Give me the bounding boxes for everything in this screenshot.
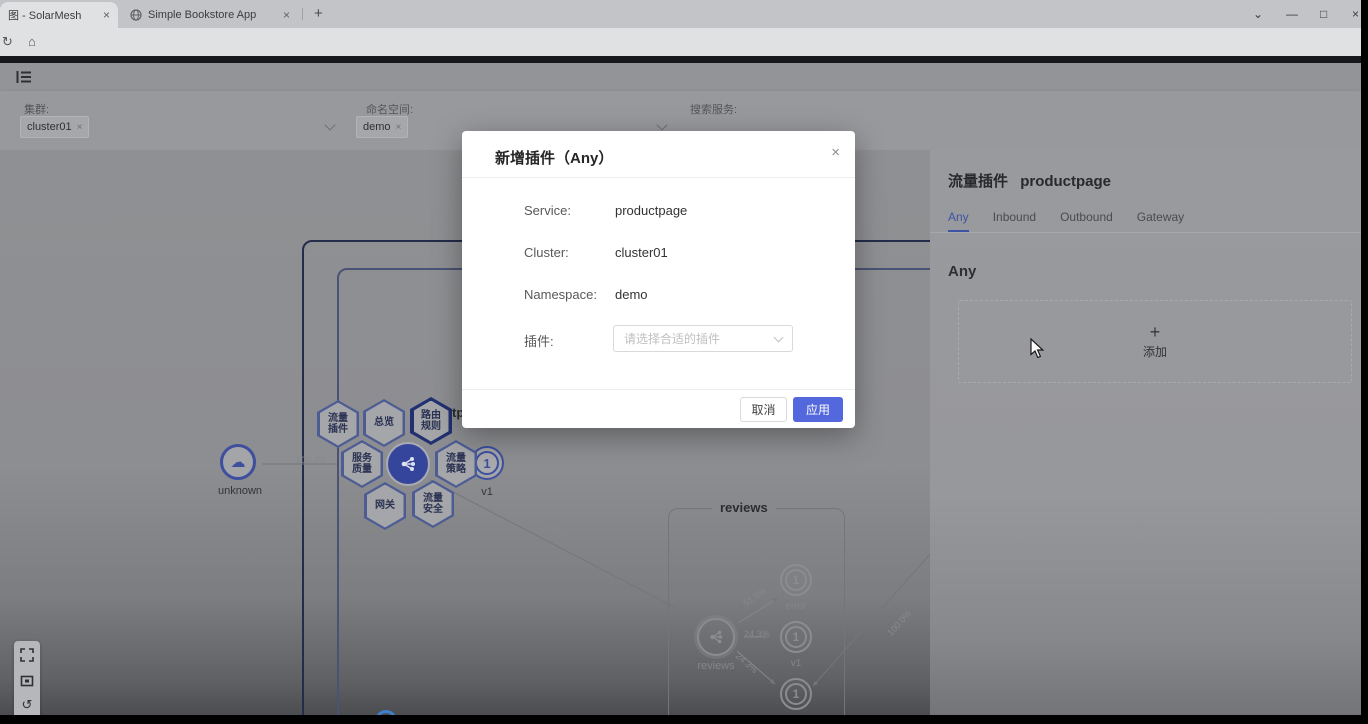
cluster-filter-tag[interactable]: cluster01 × — [20, 116, 89, 138]
workload-badge: 1 — [475, 451, 499, 475]
namespace-tag-value: demo — [363, 121, 391, 133]
window-close-icon[interactable]: × — [1352, 7, 1359, 21]
dialog-divider — [462, 177, 855, 178]
panel-divider — [930, 232, 1361, 233]
letterbox-right — [1361, 0, 1368, 724]
namespace-filter-tag[interactable]: demo × — [356, 116, 408, 138]
panel-title: 流量插件 productpage — [948, 170, 1111, 191]
plugin-select[interactable]: 请选择合适的插件 — [613, 325, 793, 352]
panel-title-text: 流量插件 — [948, 173, 1008, 190]
browser-tab-strip: 图 - SolarMesh × Simple Bookstore App × +… — [0, 0, 1361, 28]
home-icon[interactable]: ⌂ — [28, 34, 36, 49]
reviews-service-node[interactable] — [697, 618, 735, 656]
plugin-select-placeholder: 请选择合适的插件 — [624, 330, 775, 347]
field-label-service: Service: — [524, 203, 571, 218]
hex-label: 网关 — [372, 500, 398, 512]
dialog-close-icon[interactable]: × — [831, 144, 840, 161]
reset-view-icon[interactable]: ↺ — [14, 697, 40, 713]
node-label-reviews-v1: v1 — [780, 658, 812, 669]
node-label-error: error — [780, 601, 812, 612]
reviews-v1-node[interactable]: 1 — [780, 621, 812, 653]
cluster-tag-value: cluster01 — [27, 121, 72, 133]
hex-label: 路由规则 — [418, 410, 444, 433]
traffic-plugin-panel: 流量插件 productpage Any Inbound Outbound Ga… — [930, 150, 1361, 724]
new-tab-button[interactable]: + — [314, 5, 323, 22]
tag-remove-icon[interactable]: × — [396, 122, 402, 133]
cluster-select-chevron-icon[interactable] — [324, 119, 335, 130]
app-header-bar: ⚙ — [0, 63, 1361, 91]
app-top-strip — [0, 56, 1361, 63]
workload-badge: 1 — [785, 683, 807, 705]
panel-tabs: Any Inbound Outbound Gateway — [948, 210, 1184, 232]
node-label-v1: v1 — [475, 486, 499, 498]
letterbox-bottom — [0, 715, 1368, 724]
panel-service-name: productpage — [1020, 173, 1111, 190]
apply-button[interactable]: 应用 — [793, 397, 843, 422]
plus-icon: + — [1150, 323, 1161, 341]
namespace-select-chevron-icon[interactable] — [656, 119, 667, 130]
globe-favicon-icon — [130, 9, 142, 21]
productpage-service-node[interactable] — [388, 444, 428, 484]
add-plugin-button[interactable]: + 添加 — [958, 300, 1352, 383]
share-nodes-icon — [707, 628, 725, 646]
browser-tab-bookstore[interactable]: Simple Bookstore App × — [122, 2, 298, 28]
search-filter-label: 搜索服务: — [690, 101, 737, 117]
tab-outbound[interactable]: Outbound — [1060, 210, 1113, 232]
hex-label: 流量插件 — [325, 413, 351, 436]
tab-title: 图 - SolarMesh — [8, 7, 81, 23]
add-plugin-dialog: 新增插件（Any） × Service: productpage Cluster… — [462, 131, 855, 428]
tab-title: Simple Bookstore App — [148, 9, 256, 21]
field-label-cluster: Cluster: — [524, 245, 569, 260]
tab-any[interactable]: Any — [948, 210, 969, 232]
hex-label: 流量安全 — [420, 493, 446, 516]
cloud-icon: ☁ — [231, 453, 246, 471]
tab-close-icon[interactable]: × — [103, 8, 110, 22]
minimize-icon[interactable]: — — [1286, 7, 1298, 21]
tab-separator — [302, 8, 303, 20]
browser-address-bar: ↻ ⌂ ⚠ 不安全 | demo.solarmesh.cn /solar/con… — [0, 28, 1361, 56]
field-value-service: productpage — [615, 203, 687, 218]
section-heading-any: Any — [948, 263, 976, 280]
field-label-plugin: 插件: — [524, 331, 554, 350]
field-value-namespace: demo — [615, 287, 648, 302]
field-value-cluster: cluster01 — [615, 245, 668, 260]
dialog-title: 新增插件（Any） — [495, 147, 613, 168]
reviews-error-node[interactable]: 1 — [780, 564, 812, 596]
select-chevron-icon — [774, 332, 784, 342]
tab-close-icon[interactable]: × — [283, 8, 290, 22]
tabs-menu-icon[interactable]: ⌄ — [1253, 7, 1263, 21]
add-label: 添加 — [1143, 343, 1167, 360]
workload-badge: 1 — [785, 569, 807, 591]
cluster-filter-label: 集群: — [24, 101, 49, 117]
browser-tab-solarmesh[interactable]: 图 - SolarMesh × — [0, 2, 118, 28]
unknown-service-node[interactable]: ☁ — [220, 444, 256, 480]
mouse-cursor — [1030, 338, 1045, 359]
tag-remove-icon[interactable]: × — [77, 122, 83, 133]
reviews-v2-node[interactable]: 1 — [780, 678, 812, 710]
graph-zoom-toolbar: ↺ — [14, 641, 40, 724]
workload-badge: 1 — [785, 626, 807, 648]
tab-gateway[interactable]: Gateway — [1137, 210, 1184, 232]
tab-inbound[interactable]: Inbound — [993, 210, 1036, 232]
namespace-filter-label: 命名空间: — [366, 101, 413, 117]
reload-icon[interactable]: ↻ — [2, 34, 13, 50]
share-nodes-icon — [398, 454, 418, 474]
menu-indent-icon[interactable] — [16, 70, 32, 84]
hex-label: 流量策略 — [443, 453, 469, 476]
dialog-divider — [462, 389, 855, 390]
fit-view-icon[interactable] — [20, 674, 34, 688]
node-label-reviews: reviews — [690, 660, 742, 672]
hex-label: 总览 — [371, 417, 397, 429]
field-label-namespace: Namespace: — [524, 287, 597, 302]
screen: 图 - SolarMesh × Simple Bookstore App × +… — [0, 0, 1368, 724]
cancel-button[interactable]: 取消 — [740, 397, 787, 422]
maximize-icon[interactable]: □ — [1320, 7, 1327, 21]
fullscreen-expand-icon[interactable] — [20, 648, 34, 662]
node-label-unknown: unknown — [205, 485, 275, 497]
hex-label: 服务质量 — [349, 453, 375, 476]
